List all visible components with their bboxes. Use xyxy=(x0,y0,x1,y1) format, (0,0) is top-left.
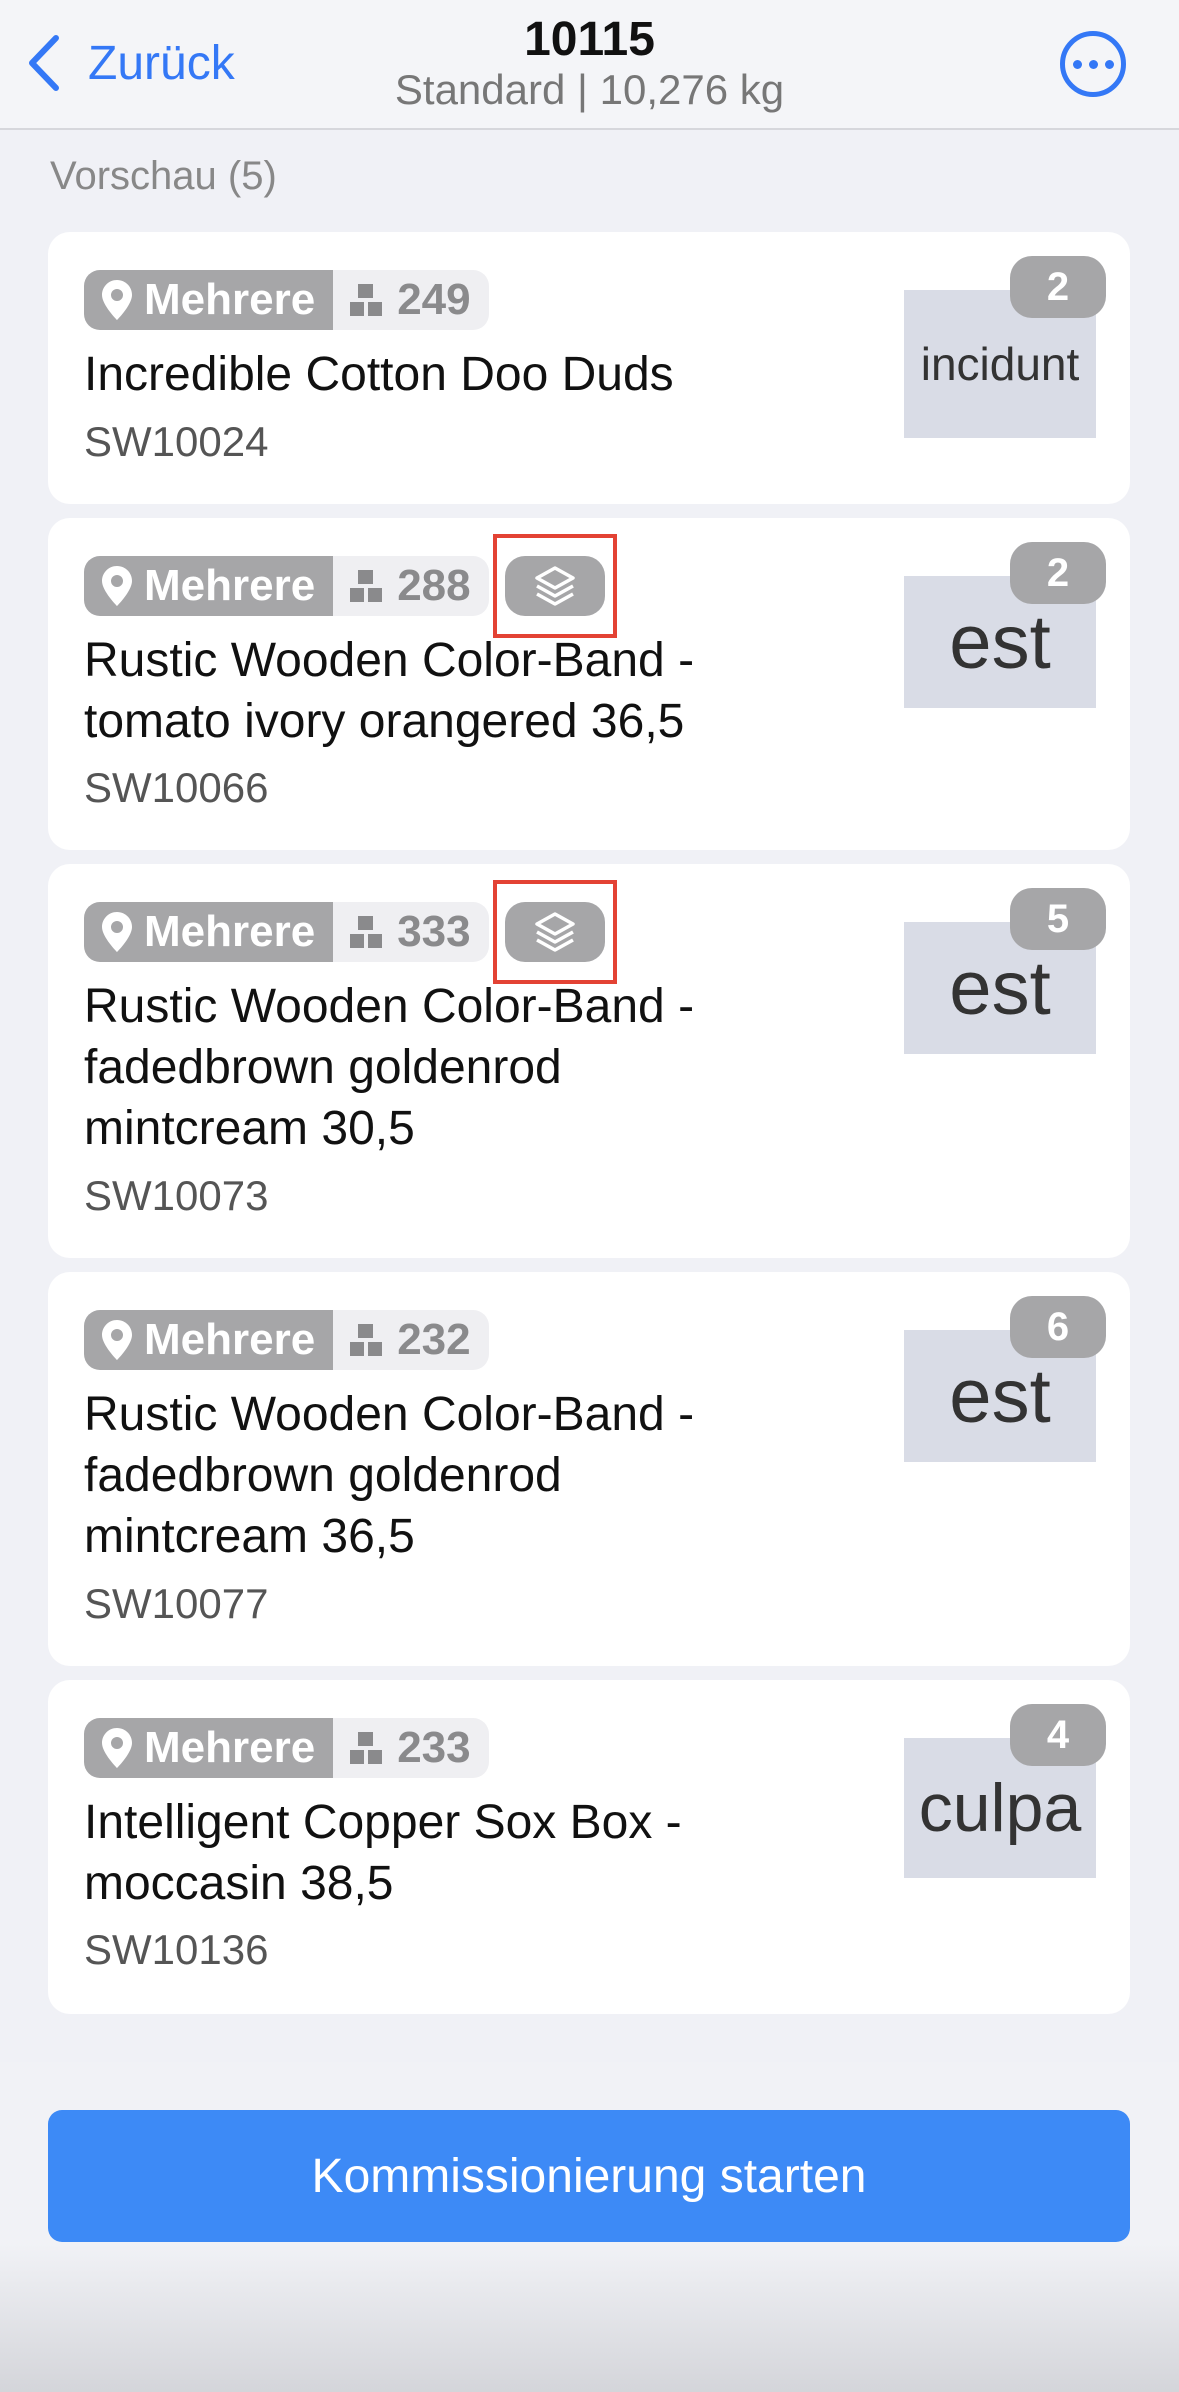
list-item[interactable]: Mehrere 232 Rustic Wooden Color-Band - f… xyxy=(48,1272,1130,1666)
layers-icon xyxy=(534,566,575,606)
location-label: Mehrere xyxy=(144,1315,316,1364)
product-name: Rustic Wooden Color-Band - tomato ivory … xyxy=(84,634,695,748)
product-sku: SW10073 xyxy=(84,1172,269,1219)
boxes-icon xyxy=(350,1732,383,1764)
start-picking-button[interactable]: Kommissionierung starten xyxy=(48,2110,1130,2242)
product-sku: SW10066 xyxy=(84,764,269,811)
product-name: Rustic Wooden Color-Band - fadedbrown go… xyxy=(84,980,695,1155)
stock-quantity: 288 xyxy=(397,561,471,610)
stock-tag: 333 xyxy=(333,902,489,962)
list-item[interactable]: Mehrere 288 Rustic Wooden Color-Band - t… xyxy=(48,518,1130,850)
location-label: Mehrere xyxy=(144,1723,316,1772)
list-item[interactable]: Mehrere 249 Incredible Cotton Doo Duds S… xyxy=(48,232,1130,504)
layers-icon xyxy=(534,912,575,952)
count-badge: 6 xyxy=(1010,1296,1106,1358)
location-pin-icon xyxy=(102,1320,132,1360)
more-button[interactable] xyxy=(1060,31,1126,97)
stock-tag: 288 xyxy=(333,556,489,616)
location-pin-icon xyxy=(102,912,132,952)
location-label: Mehrere xyxy=(144,275,316,324)
count-badge: 2 xyxy=(1010,256,1106,318)
boxes-icon xyxy=(350,916,383,948)
stock-tag: 232 xyxy=(333,1310,489,1370)
list-item[interactable]: Mehrere 333 Rustic Wooden Color-Band - f… xyxy=(48,864,1130,1258)
location-tag: Mehrere xyxy=(84,1310,334,1370)
stock-quantity: 232 xyxy=(397,1315,471,1364)
product-sku: SW10136 xyxy=(84,1926,269,1973)
stock-tag: 233 xyxy=(333,1718,489,1778)
list-item[interactable]: Mehrere 233 Intelligent Copper Sox Box -… xyxy=(48,1680,1130,2014)
boxes-icon xyxy=(350,284,383,316)
section-label: Vorschau (5) xyxy=(50,154,277,198)
stock-quantity: 249 xyxy=(397,275,471,324)
location-label: Mehrere xyxy=(144,561,316,610)
count-badge: 5 xyxy=(1010,888,1106,950)
navigation-bar: Zurück 10115 Standard | 10,276 kg xyxy=(0,0,1179,130)
stock-quantity: 333 xyxy=(397,907,471,956)
count-badge: 2 xyxy=(1010,542,1106,604)
product-sku: SW10077 xyxy=(84,1580,269,1627)
location-tag: Mehrere xyxy=(84,270,334,330)
page-subtitle: Standard | 10,276 kg xyxy=(394,66,785,113)
location-tag: Mehrere xyxy=(84,556,334,616)
product-sku: SW10024 xyxy=(84,418,269,465)
layers-badge[interactable] xyxy=(504,556,605,616)
boxes-icon xyxy=(350,570,383,602)
more-icon xyxy=(1072,59,1114,69)
count-badge: 4 xyxy=(1010,1704,1106,1766)
product-name: Rustic Wooden Color-Band - fadedbrown go… xyxy=(84,1388,695,1563)
highlighted-layers-badge[interactable] xyxy=(492,534,617,638)
location-pin-icon xyxy=(102,280,132,320)
stock-quantity: 233 xyxy=(397,1723,471,1772)
location-pin-icon xyxy=(102,566,132,606)
page-title: 10115 xyxy=(524,13,655,66)
highlighted-layers-badge[interactable] xyxy=(492,880,617,984)
product-name: Incredible Cotton Doo Duds xyxy=(84,348,674,401)
location-pin-icon xyxy=(102,1728,132,1768)
location-label: Mehrere xyxy=(144,907,316,956)
boxes-icon xyxy=(350,1324,383,1356)
stock-tag: 249 xyxy=(333,270,489,330)
location-tag: Mehrere xyxy=(84,902,334,962)
location-tag: Mehrere xyxy=(84,1718,334,1778)
layers-badge[interactable] xyxy=(504,902,605,962)
product-name: Intelligent Copper Sox Box - moccasin 38… xyxy=(84,1796,682,1910)
